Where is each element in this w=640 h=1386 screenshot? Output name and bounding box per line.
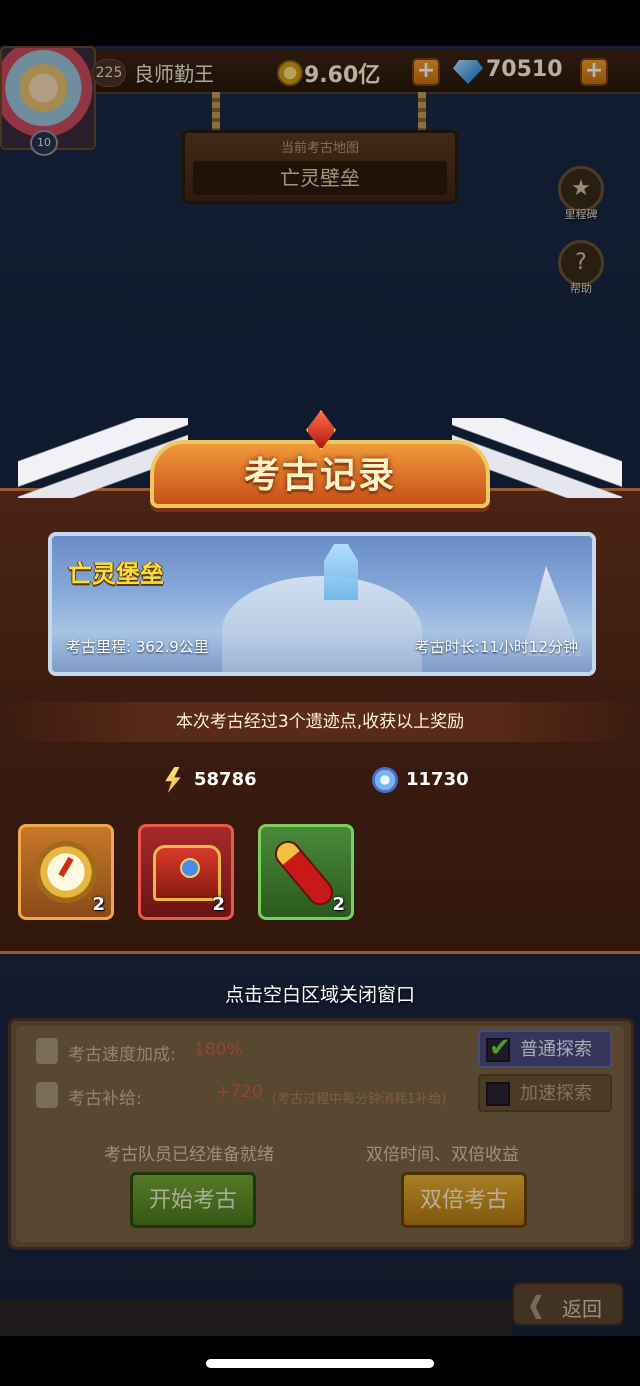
distance-text: 考古里程: 362.9公里 xyxy=(66,638,209,656)
item-count: 2 xyxy=(332,894,345,915)
crystal-reward: 11730 xyxy=(372,764,469,796)
reward-item-chest[interactable]: 2 xyxy=(138,824,234,920)
lightning-reward: 58786 xyxy=(160,764,257,796)
screen: 10 225 良师勤王 9.60亿 + 70510 + 当前考古地图 亡灵壁垒 … xyxy=(0,0,640,1386)
reward-summary: 本次考古经过3个遗迹点,收获以上奖励 xyxy=(0,702,640,742)
map-name: 亡灵堡垒 xyxy=(68,560,164,588)
treasure-chest-icon xyxy=(153,845,221,901)
modal-title: 考古记录 xyxy=(243,455,396,496)
stopwatch-icon xyxy=(35,841,97,903)
lightning-amount: 58786 xyxy=(194,769,257,790)
reward-item-potion[interactable]: 2 xyxy=(258,824,354,920)
ice-castle-icon xyxy=(324,544,358,600)
item-count: 2 xyxy=(212,894,225,915)
lightning-icon xyxy=(165,767,181,793)
crystal-amount: 11730 xyxy=(406,769,469,790)
duration-text: 考古时长:11小时12分钟 xyxy=(414,638,578,656)
item-count: 2 xyxy=(92,894,105,915)
close-hint: 点击空白区域关闭窗口 xyxy=(224,984,415,1006)
map-card: 亡灵堡垒 考古里程: 362.9公里 考古时长:11小时12分钟 xyxy=(48,532,596,676)
reward-item-stopwatch[interactable]: 2 xyxy=(18,824,114,920)
potion-icon xyxy=(269,835,339,911)
crystal-icon xyxy=(372,767,398,793)
home-indicator[interactable] xyxy=(206,1359,434,1368)
